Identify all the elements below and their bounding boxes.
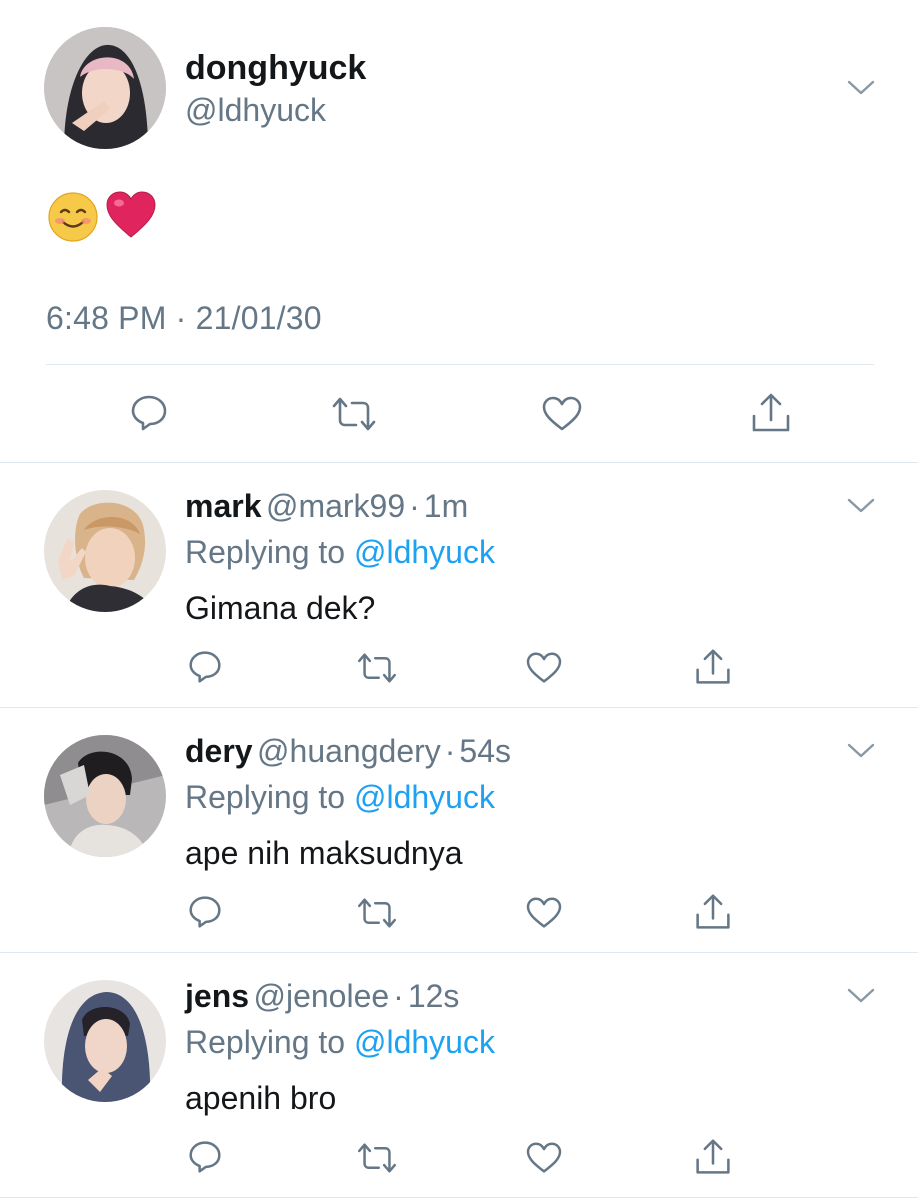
retweet-icon[interactable] <box>332 396 376 432</box>
retweet-icon[interactable] <box>357 897 397 929</box>
display-name[interactable]: mark <box>185 488 262 524</box>
separator-dot: · <box>393 978 404 1014</box>
display-name[interactable]: jens <box>185 978 249 1014</box>
retweet-icon[interactable] <box>357 652 397 684</box>
replying-to: Replying to @ldhyuck <box>185 532 495 572</box>
chevron-down-icon[interactable] <box>846 78 876 98</box>
divider <box>0 707 918 708</box>
like-icon[interactable] <box>526 1142 562 1174</box>
tweet-age[interactable]: 1m <box>424 488 468 524</box>
avatar[interactable] <box>44 490 166 612</box>
user-handle[interactable]: @jenolee <box>253 978 389 1014</box>
chevron-down-icon[interactable] <box>846 986 876 1006</box>
user-handle[interactable]: @mark99 <box>266 488 405 524</box>
divider <box>0 952 918 953</box>
replying-to-mention[interactable]: @ldhyuck <box>354 1024 495 1060</box>
reply-icon[interactable] <box>188 650 222 684</box>
reply-icon[interactable] <box>188 1140 222 1174</box>
display-name[interactable]: donghyuck <box>185 48 366 88</box>
avatar[interactable] <box>44 27 166 149</box>
tweet-body <box>47 188 167 242</box>
tweet-age[interactable]: 12s <box>408 978 460 1014</box>
share-icon[interactable] <box>750 392 792 434</box>
avatar[interactable] <box>44 735 166 857</box>
separator-dot: · <box>409 488 420 524</box>
share-icon[interactable] <box>694 648 732 686</box>
share-icon[interactable] <box>694 893 732 931</box>
share-icon[interactable] <box>694 1138 732 1176</box>
like-icon[interactable] <box>526 652 562 684</box>
reply-icon[interactable] <box>188 895 222 929</box>
replying-to-mention[interactable]: @ldhyuck <box>354 534 495 570</box>
user-handle[interactable]: @ldhyuck <box>185 90 326 130</box>
divider <box>46 364 874 365</box>
reply-header: dery @huangdery · 54s <box>185 731 511 778</box>
reply-header: mark @mark99 · 1m <box>185 486 468 533</box>
retweet-icon[interactable] <box>357 1142 397 1174</box>
red-heart-icon <box>105 190 157 245</box>
reply-header: jens @jenolee · 12s <box>185 976 459 1023</box>
reply-text: Gimana dek? <box>185 590 376 626</box>
tweet-age[interactable]: 54s <box>459 733 511 769</box>
replying-to: Replying to @ldhyuck <box>185 777 495 817</box>
replying-to-label: Replying to <box>185 779 346 815</box>
reply-icon[interactable] <box>130 394 168 432</box>
replying-to: Replying to @ldhyuck <box>185 1022 495 1062</box>
reply-text: ape nih maksudnya <box>185 835 463 871</box>
replying-to-label: Replying to <box>185 534 346 570</box>
smiling-face-icon <box>47 191 99 248</box>
replying-to-label: Replying to <box>185 1024 346 1060</box>
tweet-timestamp[interactable]: 6:48 PM · 21/01/30 <box>46 298 322 338</box>
avatar[interactable] <box>44 980 166 1102</box>
chevron-down-icon[interactable] <box>846 496 876 516</box>
divider <box>0 462 918 463</box>
display-name[interactable]: dery <box>185 733 253 769</box>
divider <box>0 1197 918 1198</box>
separator-dot: · <box>444 733 456 769</box>
like-icon[interactable] <box>542 396 582 432</box>
replying-to-mention[interactable]: @ldhyuck <box>354 779 495 815</box>
reply-text: apenih bro <box>185 1080 337 1116</box>
chevron-down-icon[interactable] <box>846 741 876 761</box>
user-handle[interactable]: @huangdery <box>257 733 441 769</box>
like-icon[interactable] <box>526 897 562 929</box>
